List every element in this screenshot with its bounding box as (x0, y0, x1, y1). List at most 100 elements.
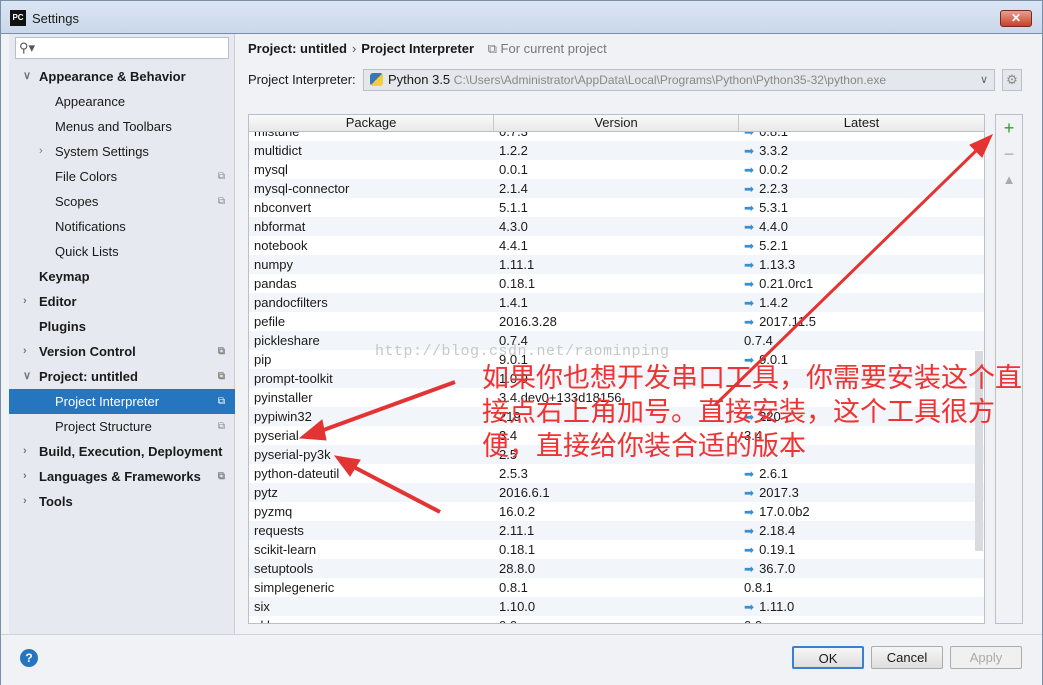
project-scope-icon: ⧉ (217, 421, 225, 432)
version-cell: 0.0 (494, 616, 739, 623)
sidebar-item[interactable]: Scopes ⧉ (9, 189, 235, 214)
sidebar-item-label: Appearance & Behavior (39, 69, 186, 84)
sidebar-item[interactable]: Notifications (9, 214, 235, 239)
copy-icon: ⧉ (487, 41, 501, 56)
sidebar-item[interactable]: › Tools (9, 489, 235, 514)
upgrade-arrow-icon: ➡ (744, 220, 755, 234)
upgrade-package-button[interactable]: ▲ (996, 167, 1022, 193)
sidebar-item[interactable]: Quick Lists (9, 239, 235, 264)
chevron-right-icon[interactable]: › (39, 139, 43, 164)
latest-version: 0.21.0rc1 (759, 276, 814, 291)
latest-cell: ➡ 1.4.2 (739, 293, 984, 312)
chevron-down-icon[interactable]: ∨ (23, 364, 31, 389)
sidebar-item[interactable]: ∨ Project: untitled ⧉ (9, 364, 235, 389)
column-header-package[interactable]: Package (249, 115, 494, 131)
latest-version: 2.2.3 (759, 181, 788, 196)
remove-package-button[interactable]: − (996, 141, 1022, 167)
project-scope-icon: ⧉ (217, 471, 225, 482)
settings-search-input[interactable]: ⚲▾ (15, 37, 229, 59)
table-row[interactable]: requests 2.11.1 ➡ 2.18.4 (249, 521, 984, 540)
sidebar-item[interactable]: Keymap (9, 264, 235, 289)
latest-version: 2.18.4 (759, 523, 796, 538)
table-row[interactable]: multidict 1.2.2 ➡ 3.3.2 (249, 141, 984, 160)
sidebar-item[interactable]: ∨ Appearance & Behavior (9, 64, 235, 89)
sidebar-item[interactable]: › Languages & Frameworks ⧉ (9, 464, 235, 489)
package-cell: multidict (254, 143, 302, 158)
package-cell: notebook (254, 238, 308, 253)
breadcrumb: Project: untitled › Project Interpreter ⧉ … (248, 41, 607, 56)
table-row[interactable]: mysql 0.0.1 ➡ 0.0.2 (249, 160, 984, 179)
table-row[interactable]: notebook 4.4.1 ➡ 5.2.1 (249, 236, 984, 255)
table-row[interactable]: python-dateutil 2.5.3 ➡ 2.6.1 (249, 464, 984, 483)
table-row[interactable]: six 1.10.0 ➡ 1.11.0 (249, 597, 984, 616)
column-header-version[interactable]: Version (494, 115, 739, 131)
version-cell: 4.4.1 (499, 238, 528, 253)
annotation-note: 如果你也想开发串口工具，你需要安装这个直接点右上角加号。直接安装，这个工具很方便… (482, 363, 1022, 462)
upgrade-arrow-icon: ➡ (744, 144, 755, 158)
sidebar-item[interactable]: Plugins (9, 314, 235, 339)
title-bar: PC Settings ✕ (0, 0, 1043, 34)
chevron-right-icon[interactable]: › (23, 339, 27, 364)
sidebar-item[interactable]: › Editor (9, 289, 235, 314)
sidebar-item[interactable]: Menus and Toolbars (9, 114, 235, 139)
package-cell: scikit-learn (254, 542, 317, 557)
sidebar-item-label: Project Structure (55, 419, 152, 434)
table-row[interactable]: pefile 2016.3.28 ➡ 2017.11.5 (249, 312, 984, 331)
latest-cell: ➡ 0.0.2 (739, 160, 984, 179)
sidebar-item[interactable]: Project Structure ⧉ (9, 414, 235, 439)
package-cell: pyserial (254, 428, 299, 443)
help-button[interactable]: ? (20, 649, 38, 667)
table-row[interactable]: pyzmq 16.0.2 ➡ 17.0.0b2 (249, 502, 984, 521)
upgrade-arrow-icon: ➡ (744, 258, 755, 272)
latest-cell: ➡ 0.21.0rc1 (739, 274, 984, 293)
table-row[interactable]: simplegeneric 0.8.1 0.8.1 (249, 578, 984, 597)
package-cell: numpy (254, 257, 294, 272)
version-cell: 1.2.2 (499, 143, 528, 158)
sidebar-item[interactable]: › System Settings (9, 139, 235, 164)
sidebar-item[interactable]: › Build, Execution, Deployment (9, 439, 235, 464)
chevron-right-icon[interactable]: › (23, 464, 27, 489)
table-row[interactable]: setuptools 28.8.0 ➡ 36.7.0 (249, 559, 984, 578)
sidebar-item[interactable]: File Colors ⧉ (9, 164, 235, 189)
breadcrumb-project[interactable]: Project: untitled (248, 41, 347, 56)
column-header-latest[interactable]: Latest (739, 115, 984, 131)
add-package-button[interactable]: + (996, 115, 1022, 141)
table-row[interactable]: numpy 1.11.1 ➡ 1.13.3 (249, 255, 984, 274)
table-row[interactable]: mysql-connector 2.1.4 ➡ 2.2.3 (249, 179, 984, 198)
latest-version: 5.3.1 (759, 200, 788, 215)
close-button[interactable]: ✕ (1000, 10, 1032, 27)
sidebar-item-label: System Settings (55, 144, 149, 159)
sidebar-item[interactable]: Project Interpreter ⧉ (9, 389, 235, 414)
chevron-down-icon: ∨ (979, 74, 988, 86)
table-row[interactable]: pandocfilters 1.4.1 ➡ 1.4.2 (249, 293, 984, 312)
table-row[interactable]: sklearn0.00.0 (249, 616, 984, 623)
sidebar-item-label: Project: untitled (39, 369, 138, 384)
gear-button[interactable]: ⚙ (1002, 69, 1022, 91)
latest-cell: 0.7.4 (739, 331, 984, 350)
table-row[interactable]: pandas 0.18.1 ➡ 0.21.0rc1 (249, 274, 984, 293)
chevron-down-icon[interactable]: ∨ (23, 64, 31, 89)
table-row[interactable]: scikit-learn 0.18.1 ➡ 0.19.1 (249, 540, 984, 559)
chevron-right-icon[interactable]: › (23, 489, 27, 514)
package-cell: pandocfilters (254, 295, 328, 310)
sidebar-item-label: Editor (39, 294, 77, 309)
table-row[interactable]: nbformat 4.3.0 ➡ 4.4.0 (249, 217, 984, 236)
table-row[interactable]: pytz 2016.6.1 ➡ 2017.3 (249, 483, 984, 502)
package-cell: pyinstaller (254, 390, 313, 405)
chevron-right-icon[interactable]: › (23, 289, 27, 314)
sidebar-item[interactable]: Appearance (9, 89, 235, 114)
cancel-button[interactable]: Cancel (871, 646, 943, 669)
apply-button[interactable]: Apply (950, 646, 1022, 669)
scope-label: ⧉ For current project (487, 41, 607, 56)
latest-version: 2017.11.5 (759, 314, 816, 329)
latest-cell: ➡ 2017.11.5 (739, 312, 984, 331)
version-cell: 2.5.3 (499, 466, 528, 481)
chevron-right-icon[interactable]: › (23, 439, 27, 464)
version-cell: 1.4.1 (499, 295, 528, 310)
table-row[interactable]: nbconvert 5.1.1 ➡ 5.3.1 (249, 198, 984, 217)
ok-button[interactable]: OK (792, 646, 864, 669)
latest-version: 17.0.0b2 (759, 504, 810, 519)
interpreter-select[interactable]: Python 3.5 C:\Users\Administrator\AppDat… (363, 69, 995, 91)
latest-version: 36.7.0 (759, 561, 796, 576)
sidebar-item[interactable]: › Version Control ⧉ (9, 339, 235, 364)
